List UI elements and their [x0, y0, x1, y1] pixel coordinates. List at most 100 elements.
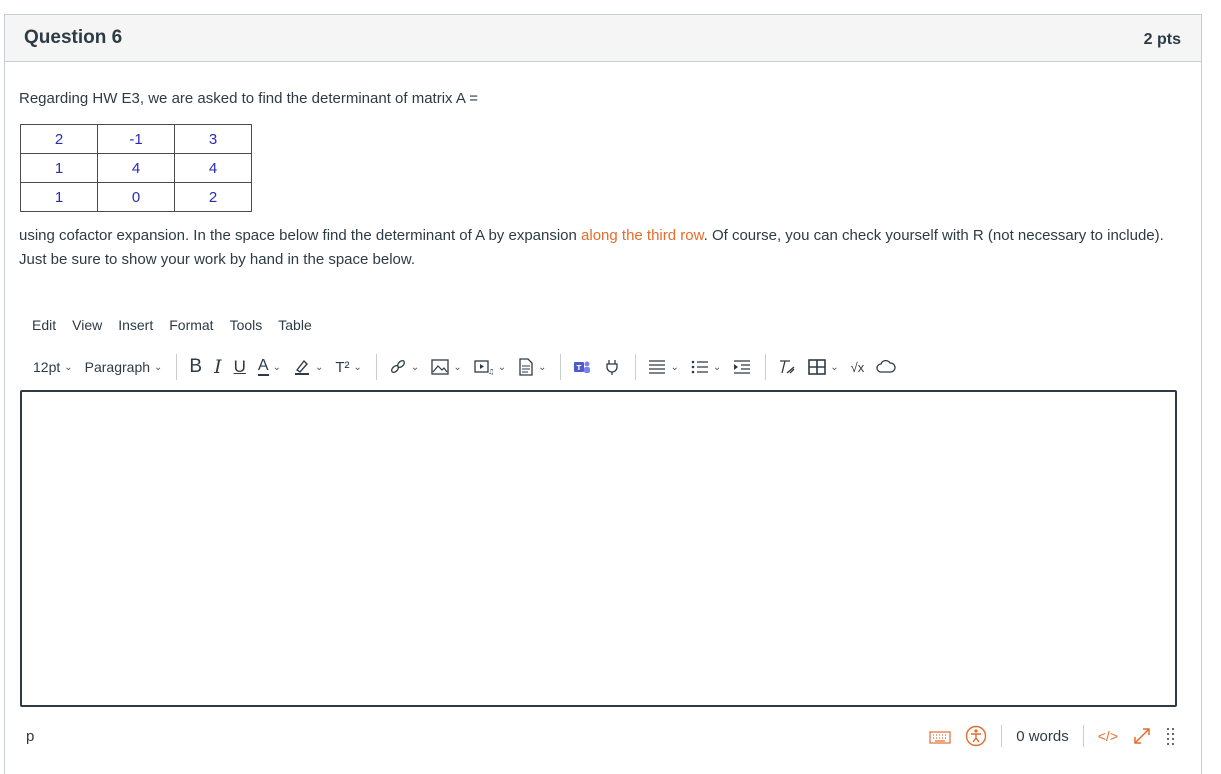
align-icon	[649, 360, 666, 374]
indent-icon	[734, 360, 751, 374]
list-button[interactable]: ⌄	[691, 359, 721, 375]
rich-text-editor[interactable]	[20, 390, 1177, 707]
teams-button[interactable]: T	[573, 359, 591, 375]
matrix-cell: 3	[174, 124, 252, 154]
equation-button[interactable]: √x	[851, 360, 865, 375]
menu-table[interactable]: Table	[278, 317, 311, 333]
bold-icon: B	[189, 356, 203, 377]
question-header: Question 6 2 pts	[5, 15, 1201, 62]
media-icon: ♫	[474, 360, 494, 375]
italic-icon: I	[214, 356, 222, 378]
document-icon	[519, 358, 533, 376]
indent-button[interactable]	[733, 359, 751, 375]
align-button[interactable]: ⌄	[648, 359, 679, 375]
link-button[interactable]: ⌄	[389, 358, 419, 376]
chevron-down-icon: ⌄	[670, 361, 679, 373]
chevron-down-icon: ⌄	[272, 361, 281, 373]
sqrt-icon: √x	[850, 359, 865, 375]
table-icon	[808, 359, 827, 375]
underline-icon: U	[233, 357, 246, 376]
cloud-icon	[876, 359, 896, 373]
superscript-icon: T²	[335, 358, 350, 376]
image-icon	[431, 359, 449, 375]
fullscreen-icon[interactable]	[1132, 726, 1152, 746]
italic-button[interactable]: I	[214, 356, 222, 378]
chevron-down-icon: ⌄	[353, 361, 362, 373]
matrix-cell: 2	[20, 124, 98, 154]
question-title: Question 6	[24, 27, 123, 48]
svg-text:T: T	[577, 364, 582, 372]
chevron-down-icon: ⌄	[453, 361, 462, 373]
table-button[interactable]: ⌄	[808, 359, 839, 375]
chevron-down-icon: ⌄	[830, 361, 839, 373]
toolbar-divider	[176, 354, 178, 380]
html-editor-toggle[interactable]: </>	[1098, 728, 1118, 744]
font-size-select[interactable]: 12pt ⌄	[33, 359, 73, 375]
menu-tools[interactable]: Tools	[230, 317, 263, 333]
resize-handle-icon[interactable]	[1166, 727, 1176, 745]
editor-statusbar: p 0 words </>	[26, 723, 1176, 749]
svg-text:♫: ♫	[488, 368, 494, 375]
bullet-list-icon	[691, 360, 708, 374]
document-button[interactable]: ⌄	[518, 358, 546, 376]
toolbar-divider	[635, 354, 637, 380]
chevron-down-icon: ⌄	[538, 361, 547, 373]
menu-edit[interactable]: Edit	[32, 317, 56, 333]
menu-format[interactable]: Format	[169, 317, 213, 333]
bold-button[interactable]: B	[189, 356, 202, 378]
chevron-down-icon: ⌄	[712, 361, 722, 373]
statusbar-divider	[1082, 725, 1084, 747]
question-intro: Regarding HW E3, we are asked to find th…	[19, 90, 478, 107]
highlighter-icon	[294, 359, 309, 375]
matrix-cell: 2	[174, 182, 252, 212]
block-format-value: Paragraph	[84, 359, 151, 375]
cloud-button[interactable]	[876, 359, 896, 375]
apps-button[interactable]	[603, 358, 621, 376]
clear-formatting-icon	[780, 360, 795, 374]
menu-view[interactable]: View	[72, 317, 102, 333]
matrix-cell: 4	[97, 153, 175, 183]
plug-icon	[606, 360, 619, 375]
chevron-down-icon: ⌄	[497, 361, 507, 373]
matrix-row: 1 4 4	[20, 153, 252, 183]
underline-button[interactable]: U	[234, 357, 246, 377]
toolbar-divider	[560, 354, 562, 380]
media-button[interactable]: ♫ ⌄	[474, 359, 506, 375]
matrix-cell: -1	[97, 124, 175, 154]
teams-icon: T	[574, 361, 591, 373]
keyboard-icon[interactable]	[929, 728, 951, 744]
matrix-row: 1 0 2	[20, 182, 252, 212]
statusbar-divider	[1001, 725, 1003, 747]
question-instructions: using cofactor expansion. In the space b…	[19, 224, 1184, 272]
matrix-cell: 1	[20, 182, 98, 212]
toolbar-divider	[375, 354, 377, 380]
statusbar-right: 0 words </>	[929, 725, 1176, 747]
accessibility-icon[interactable]	[965, 725, 987, 747]
question-points: 2 pts	[1143, 30, 1181, 48]
chevron-down-icon: ⌄	[410, 361, 420, 373]
matrix-table: 2 -1 3 1 4 4 1 0 2	[20, 124, 252, 212]
block-format-select[interactable]: Paragraph ⌄	[85, 359, 163, 375]
clear-formatting-button[interactable]	[778, 359, 796, 375]
matrix-cell: 4	[174, 153, 252, 183]
link-icon	[390, 360, 405, 373]
word-count[interactable]: 0 words	[1016, 728, 1069, 745]
editor-menubar: Edit View Insert Format Tools Table	[32, 317, 328, 333]
highlight-color-button[interactable]: ⌄	[293, 358, 323, 376]
element-path[interactable]: p	[26, 728, 34, 745]
superscript-button[interactable]: T² ⌄	[335, 359, 362, 376]
instructions-highlight: along the third row	[581, 227, 704, 244]
editor-toolbar: 12pt ⌄ Paragraph ⌄ B I U A ⌄ ⌄ T² ⌄ ⌄ ⌄ …	[33, 352, 908, 382]
text-color-icon: A	[257, 357, 269, 376]
toolbar-divider	[765, 354, 767, 380]
instructions-text: using cofactor expansion. In the space b…	[19, 227, 582, 244]
matrix-cell: 1	[20, 153, 98, 183]
chevron-down-icon: ⌄	[64, 361, 73, 373]
image-button[interactable]: ⌄	[431, 359, 462, 375]
text-color-button[interactable]: A ⌄	[257, 357, 281, 376]
menu-insert[interactable]: Insert	[118, 317, 153, 333]
font-size-value: 12pt	[33, 359, 61, 375]
matrix-cell: 0	[97, 182, 175, 212]
chevron-down-icon: ⌄	[154, 361, 163, 373]
matrix-row: 2 -1 3	[20, 124, 252, 154]
